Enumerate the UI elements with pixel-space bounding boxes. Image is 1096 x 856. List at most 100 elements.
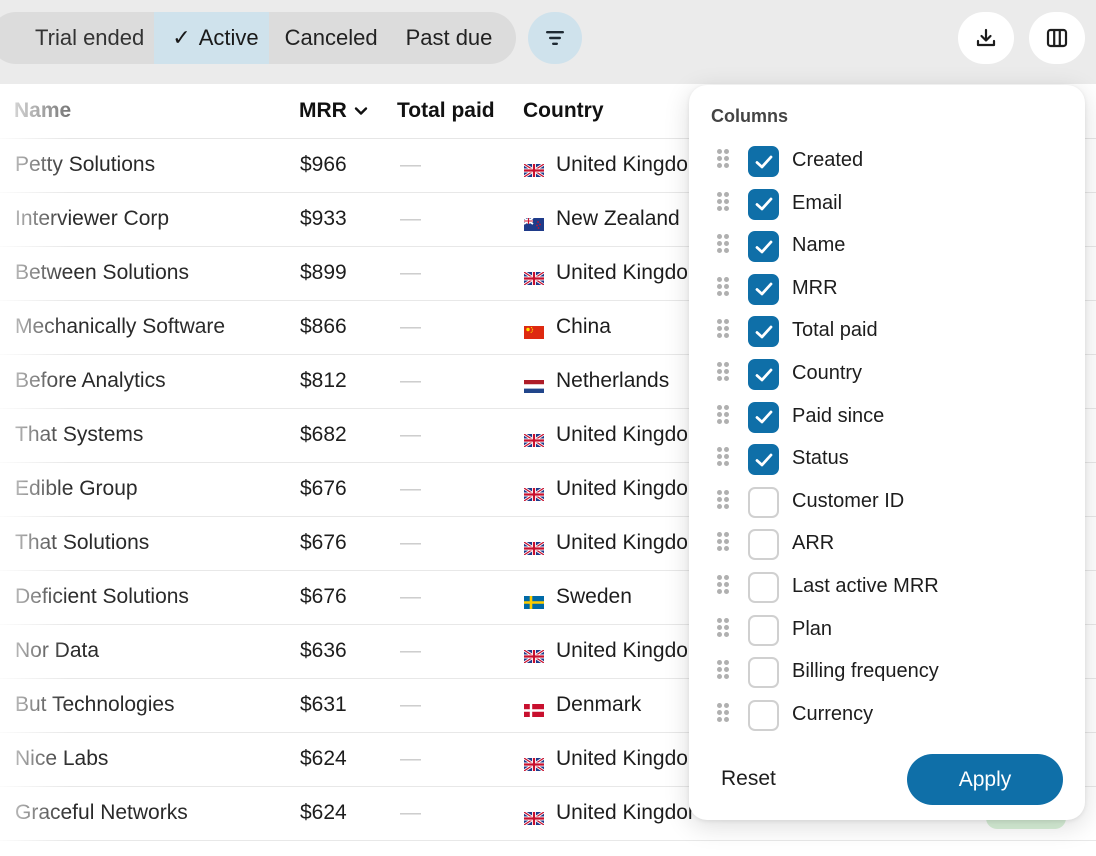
checkmark-icon [755, 155, 772, 168]
checkmark-icon [755, 282, 772, 296]
filter-button[interactable] [528, 12, 582, 64]
column-option[interactable]: Last active MRR [689, 569, 1085, 611]
status-filter-label: Past due [405, 25, 493, 50]
column-option[interactable]: ARR [689, 526, 1085, 568]
column-header-name[interactable]: Name [14, 99, 71, 123]
column-option[interactable]: Paid since [689, 399, 1085, 441]
flag-icon [524, 645, 545, 663]
column-checkbox[interactable] [748, 486, 779, 518]
column-checkbox[interactable] [748, 188, 779, 220]
column-option[interactable]: Customer ID [689, 484, 1085, 526]
column-checkbox[interactable] [748, 146, 779, 177]
column-option-label: Currency [792, 702, 874, 725]
drag-handle-icon[interactable] [717, 362, 731, 384]
column-checkbox[interactable] [748, 359, 779, 390]
column-header-country[interactable]: Country [523, 99, 604, 123]
column-option-label: Country [792, 362, 863, 384]
drag-handle-icon[interactable] [717, 660, 731, 682]
column-option-label: Total paid [792, 319, 878, 342]
status-filter-canceled[interactable]: Canceled [269, 12, 392, 64]
column-checkbox[interactable] [748, 316, 779, 348]
drag-handle-icon[interactable] [717, 447, 731, 469]
status-filter-label: Trial ended [35, 25, 145, 50]
customer-name: Mechanically Software [15, 315, 226, 338]
column-checkbox[interactable] [748, 614, 779, 646]
column-header-mrr[interactable]: MRR [299, 99, 369, 123]
customer-country: Denmark [524, 693, 694, 717]
drag-handle-icon[interactable] [717, 489, 731, 512]
column-header-total-paid[interactable]: Total paid [397, 99, 495, 123]
column-option[interactable]: Created [689, 143, 1085, 185]
customer-name: That Solutions [15, 531, 150, 554]
drag-handle-icon[interactable] [717, 575, 731, 597]
column-option-label: Status [792, 447, 849, 470]
customer-name: Deficient Solutions [15, 585, 189, 608]
checkmark-icon [755, 453, 772, 467]
customer-mrr: $631 [300, 693, 347, 716]
checkmark-icon [755, 325, 772, 339]
column-option[interactable]: Currency [689, 697, 1085, 731]
customer-mrr: $682 [300, 423, 347, 446]
customer-name: Graceful Networks [15, 801, 188, 824]
columns-list[interactable]: Created Email Name MRR Total paid Country Paid… [689, 141, 1085, 731]
reset-button[interactable]: Reset [721, 767, 776, 791]
column-option-label: Created [792, 149, 864, 171]
checkmark-icon [755, 197, 772, 211]
column-option-label: Customer ID [792, 489, 905, 512]
country-label: United Kingdom [556, 423, 694, 446]
column-checkbox[interactable] [748, 657, 779, 689]
column-option-label: ARR [792, 532, 835, 555]
apply-button[interactable]: Apply [907, 754, 1063, 805]
column-checkbox[interactable] [748, 231, 779, 263]
column-checkbox[interactable] [748, 444, 779, 476]
customer-mrr: $624 [300, 747, 347, 770]
status-filter-past-due[interactable]: Past due [392, 12, 517, 64]
column-checkbox[interactable] [748, 572, 779, 603]
customer-name: That Systems [15, 423, 144, 446]
column-option[interactable]: Status [689, 441, 1085, 483]
drag-handle-icon[interactable] [717, 149, 731, 171]
country-label: United Kingdom [556, 747, 694, 770]
status-filter-active[interactable]: ✓ Active [154, 12, 269, 64]
customer-name: Before Analytics [15, 369, 166, 392]
customer-name: Nor Data [15, 639, 100, 662]
drag-handle-icon[interactable] [717, 191, 731, 214]
customer-mrr: $624 [300, 801, 347, 824]
column-option[interactable]: MRR [689, 271, 1085, 313]
drag-handle-icon[interactable] [717, 276, 731, 299]
customer-total-paid: — [400, 423, 421, 446]
column-checkbox[interactable] [748, 273, 779, 305]
customer-name: Nice Labs [15, 747, 109, 770]
flag-icon [524, 591, 544, 609]
drag-handle-icon[interactable] [717, 532, 731, 554]
drag-handle-icon[interactable] [717, 319, 731, 341]
customer-name: Between Solutions [15, 261, 189, 284]
column-checkbox[interactable] [748, 401, 779, 433]
customer-country: United Kingdom [524, 531, 694, 555]
drag-handle-icon[interactable] [717, 404, 731, 427]
flag-icon [524, 807, 545, 825]
flag-icon [524, 375, 544, 393]
download-button[interactable] [958, 12, 1014, 64]
drag-handle-icon[interactable] [717, 702, 731, 725]
country-label: Netherlands [556, 369, 670, 392]
country-label: Denmark [556, 693, 642, 716]
columns-button[interactable] [1029, 12, 1085, 64]
customer-total-paid: — [400, 639, 421, 662]
drag-handle-icon[interactable] [717, 234, 731, 256]
status-filter-trial-ended[interactable]: Trial ended [0, 12, 154, 64]
column-option-label: Billing frequency [792, 660, 939, 683]
customer-country: United Kingdom [524, 639, 694, 663]
column-option[interactable]: Plan [689, 612, 1085, 654]
customer-country: China [524, 315, 694, 339]
column-option[interactable]: Billing frequency [689, 654, 1085, 696]
column-option[interactable]: Name [689, 228, 1085, 270]
column-option[interactable]: Total paid [689, 313, 1085, 355]
customer-mrr: $636 [300, 639, 347, 662]
column-checkbox[interactable] [748, 529, 779, 561]
column-option[interactable]: Country [689, 356, 1085, 398]
customer-mrr: $966 [300, 153, 347, 176]
column-option[interactable]: Email [689, 186, 1085, 228]
drag-handle-icon[interactable] [717, 617, 731, 640]
column-checkbox[interactable] [748, 699, 779, 731]
